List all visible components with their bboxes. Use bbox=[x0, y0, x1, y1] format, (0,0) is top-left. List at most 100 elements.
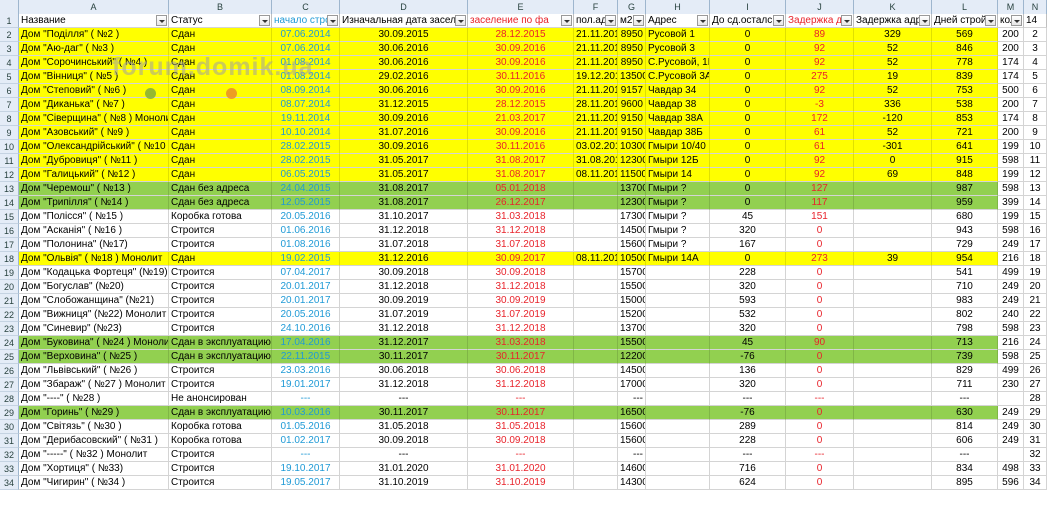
cell-l[interactable]: 846 bbox=[932, 42, 998, 56]
cell-l[interactable]: 954 bbox=[932, 252, 998, 266]
cell-b[interactable]: Строится bbox=[169, 378, 272, 392]
cell-a[interactable]: Дом "Полісся" ( №15 ) bbox=[19, 210, 169, 224]
cell-m[interactable]: 598 bbox=[998, 182, 1024, 196]
cell-i[interactable]: 0 bbox=[710, 140, 786, 154]
cell-g[interactable]: 12300 bbox=[618, 154, 646, 168]
cell-j[interactable]: 92 bbox=[786, 84, 854, 98]
cell-n[interactable]: 14 bbox=[1024, 196, 1047, 210]
cell-l[interactable]: 987 bbox=[932, 182, 998, 196]
cell-m[interactable]: 598 bbox=[998, 224, 1024, 238]
row-number[interactable]: 2 bbox=[0, 28, 19, 42]
cell-d[interactable]: 31.12.2015 bbox=[340, 98, 468, 112]
cell-c[interactable]: 17.04.2016 bbox=[272, 336, 340, 350]
cell-m[interactable]: 249 bbox=[998, 420, 1024, 434]
cell-a[interactable]: Дом "Слобожанщина" (№21) bbox=[19, 294, 169, 308]
cell-h[interactable] bbox=[646, 434, 710, 448]
cell-c[interactable]: 08.09.2014 bbox=[272, 84, 340, 98]
cell-h[interactable]: Гмыри ? bbox=[646, 238, 710, 252]
cell-h[interactable] bbox=[646, 308, 710, 322]
cell-e[interactable]: 05.01.2018 bbox=[468, 182, 574, 196]
cell-c[interactable]: 23.03.2016 bbox=[272, 364, 340, 378]
column-letter-J[interactable]: J bbox=[786, 0, 854, 14]
cell-h[interactable] bbox=[646, 322, 710, 336]
cell-f[interactable] bbox=[574, 280, 618, 294]
cell-j[interactable]: 90 bbox=[786, 336, 854, 350]
cell-f[interactable] bbox=[574, 336, 618, 350]
cell-g[interactable]: 15500 bbox=[618, 280, 646, 294]
row-number[interactable]: 28 bbox=[0, 392, 19, 406]
cell-d[interactable]: 30.09.2016 bbox=[340, 112, 468, 126]
cell-l[interactable]: --- bbox=[932, 448, 998, 462]
row-number[interactable]: 9 bbox=[0, 126, 19, 140]
cell-m[interactable]: 598 bbox=[998, 350, 1024, 364]
cell-b[interactable]: Строится bbox=[169, 322, 272, 336]
row-number[interactable]: 25 bbox=[0, 350, 19, 364]
cell-e[interactable]: --- bbox=[468, 448, 574, 462]
cell-d[interactable]: 31.01.2020 bbox=[340, 462, 468, 476]
cell-e[interactable]: 30.09.2016 bbox=[468, 56, 574, 70]
cell-j[interactable]: 151 bbox=[786, 210, 854, 224]
cell-j[interactable]: 92 bbox=[786, 168, 854, 182]
cell-m[interactable]: 200 bbox=[998, 98, 1024, 112]
cell-c[interactable]: 28.02.2015 bbox=[272, 140, 340, 154]
cell-g[interactable]: 15000 bbox=[618, 294, 646, 308]
cell-a[interactable]: Дом "Дубровиця" ( №11 ) bbox=[19, 154, 169, 168]
cell-i[interactable]: 0 bbox=[710, 42, 786, 56]
cell-c[interactable]: 01.02.2017 bbox=[272, 434, 340, 448]
cell-m[interactable]: 596 bbox=[998, 476, 1024, 490]
cell-d[interactable]: 30.06.2016 bbox=[340, 56, 468, 70]
cell-f[interactable] bbox=[574, 196, 618, 210]
cell-d[interactable]: 31.12.2018 bbox=[340, 322, 468, 336]
cell-b[interactable]: Коробка готова bbox=[169, 420, 272, 434]
cell-d[interactable]: 30.09.2018 bbox=[340, 266, 468, 280]
cell-h[interactable]: Гмыри 14 bbox=[646, 168, 710, 182]
column-letter-L[interactable]: L bbox=[932, 0, 998, 14]
cell-a[interactable]: Дом "Буковина" ( №24 ) Монолит bbox=[19, 336, 169, 350]
cell-k[interactable] bbox=[854, 462, 932, 476]
cell-a[interactable]: Дом "Поділля" ( №2 ) bbox=[19, 28, 169, 42]
select-all-corner[interactable] bbox=[0, 0, 19, 14]
cell-g[interactable]: 15500 bbox=[618, 336, 646, 350]
cell-l[interactable]: 959 bbox=[932, 196, 998, 210]
row-number[interactable]: 12 bbox=[0, 168, 19, 182]
cell-c[interactable]: 07.04.2017 bbox=[272, 266, 340, 280]
cell-n[interactable]: 8 bbox=[1024, 112, 1047, 126]
cell-f[interactable] bbox=[574, 294, 618, 308]
cell-n[interactable]: 28 bbox=[1024, 392, 1047, 406]
cell-b[interactable]: Строится bbox=[169, 308, 272, 322]
cell-g[interactable]: 14300 bbox=[618, 476, 646, 490]
cell-h[interactable]: Гмыри 10/40 bbox=[646, 140, 710, 154]
cell-c[interactable]: --- bbox=[272, 392, 340, 406]
cell-j[interactable]: 0 bbox=[786, 406, 854, 420]
cell-c[interactable]: 10.10.2014 bbox=[272, 126, 340, 140]
cell-b[interactable]: Сдан bbox=[169, 252, 272, 266]
cell-k[interactable]: 52 bbox=[854, 42, 932, 56]
row-number[interactable]: 26 bbox=[0, 364, 19, 378]
row-number[interactable]: 18 bbox=[0, 252, 19, 266]
cell-m[interactable]: 249 bbox=[998, 406, 1024, 420]
cell-a[interactable]: Дом "Олександрійський" ( №10 ) bbox=[19, 140, 169, 154]
cell-j[interactable]: 92 bbox=[786, 154, 854, 168]
column-letter-N[interactable]: N bbox=[1024, 0, 1047, 14]
cell-k[interactable] bbox=[854, 266, 932, 280]
cell-g[interactable]: 17300 bbox=[618, 210, 646, 224]
cell-h[interactable]: С.Русовой 3А bbox=[646, 70, 710, 84]
header-cell[interactable]: Дней строй bbox=[932, 14, 998, 28]
cell-j[interactable]: 92 bbox=[786, 56, 854, 70]
cell-l[interactable]: 569 bbox=[932, 28, 998, 42]
cell-c[interactable]: 01.05.2016 bbox=[272, 420, 340, 434]
cell-d[interactable]: 31.07.2016 bbox=[340, 126, 468, 140]
cell-e[interactable]: 28.12.2015 bbox=[468, 98, 574, 112]
cell-l[interactable]: 943 bbox=[932, 224, 998, 238]
cell-g[interactable]: --- bbox=[618, 448, 646, 462]
filter-dropdown-icon[interactable] bbox=[633, 15, 644, 26]
cell-m[interactable]: 249 bbox=[998, 238, 1024, 252]
cell-c[interactable]: 12.05.2015 bbox=[272, 196, 340, 210]
cell-k[interactable] bbox=[854, 378, 932, 392]
row-number[interactable]: 34 bbox=[0, 476, 19, 490]
column-letter-G[interactable]: G bbox=[618, 0, 646, 14]
cell-k[interactable] bbox=[854, 224, 932, 238]
cell-f[interactable] bbox=[574, 238, 618, 252]
cell-m[interactable]: 498 bbox=[998, 462, 1024, 476]
cell-i[interactable]: 0 bbox=[710, 154, 786, 168]
